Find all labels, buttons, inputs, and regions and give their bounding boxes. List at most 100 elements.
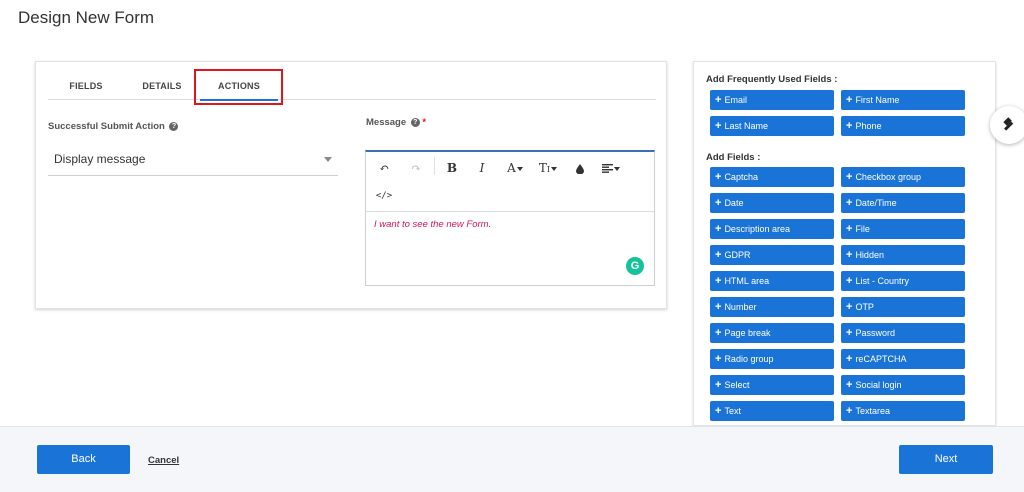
add-field-button[interactable]: + Number <box>710 297 834 317</box>
add-field-label: Last Name <box>724 121 768 131</box>
page-title: Design New Form <box>18 8 155 27</box>
plus-icon: + <box>715 249 722 261</box>
grammarly-icon[interactable]: G <box>626 257 644 275</box>
undo-icon[interactable]: ↶ <box>374 158 394 178</box>
add-field-label: HTML area <box>724 276 770 286</box>
add-field-button[interactable]: + Hidden <box>841 245 965 265</box>
plus-icon: + <box>715 223 722 235</box>
tab-fields[interactable]: FIELDS <box>48 70 124 100</box>
add-field-button[interactable]: + First Name <box>841 90 965 110</box>
add-field-label: Hidden <box>855 250 884 260</box>
add-field-button[interactable]: + File <box>841 219 965 239</box>
align-button[interactable] <box>598 158 624 178</box>
text-size-button[interactable]: TI <box>534 158 562 178</box>
plus-icon: + <box>715 94 722 106</box>
add-field-button[interactable]: + Email <box>710 90 834 110</box>
redo-icon[interactable]: ↷ <box>406 158 426 178</box>
add-field-label: File <box>855 224 870 234</box>
tab-actions[interactable]: ACTIONS <box>200 70 278 101</box>
add-field-button[interactable]: + List - Country <box>841 271 965 291</box>
plus-icon: + <box>846 120 853 132</box>
caret-down-icon <box>614 166 620 171</box>
message-editor: ↶ ↷ B I A TI </> I want to see the new F… <box>365 150 655 286</box>
editor-toolbar: ↶ ↷ B I A TI </> <box>366 152 654 212</box>
plus-icon: + <box>715 171 722 183</box>
add-field-label: Textarea <box>855 406 890 416</box>
add-field-button[interactable]: + Captcha <box>710 167 834 187</box>
text-size-icon: T <box>538 161 547 175</box>
plus-icon: + <box>846 275 853 287</box>
add-field-label: Select <box>724 380 750 390</box>
add-field-label: List - Country <box>855 276 909 286</box>
submit-action-label-text: Successful Submit Action <box>48 121 165 132</box>
add-field-label: Phone <box>855 121 882 131</box>
add-field-button[interactable]: + Text <box>710 401 834 421</box>
plus-icon: + <box>715 275 722 287</box>
help-icon[interactable]: ? <box>169 121 179 131</box>
add-field-button[interactable]: + reCAPTCHA <box>841 349 965 369</box>
align-left-icon <box>602 164 613 173</box>
plus-icon: + <box>846 379 853 391</box>
fields-panel: Add Frequently Used Fields : + Email + Firs… <box>693 61 996 426</box>
add-field-button[interactable]: + Date <box>710 193 834 213</box>
plus-icon: + <box>715 353 722 365</box>
add-field-label: Checkbox group <box>855 172 921 182</box>
plus-icon: + <box>846 223 853 235</box>
plus-icon: + <box>846 197 853 209</box>
add-field-button[interactable]: + Description area <box>710 219 834 239</box>
tab-bar: FIELDS DETAILS ACTIONS <box>48 70 656 101</box>
plus-icon: + <box>846 171 853 183</box>
add-field-label: GDPR <box>724 250 751 260</box>
ink-drop-icon[interactable] <box>570 158 590 178</box>
plus-icon: + <box>715 379 722 391</box>
code-view-icon[interactable]: </> <box>374 186 394 206</box>
submit-action-label: Successful Submit Action ? <box>48 121 179 132</box>
add-field-label: Radio group <box>724 354 774 364</box>
next-button[interactable]: Next <box>899 445 993 474</box>
message-content[interactable]: I want to see the new Form. <box>374 219 491 230</box>
submit-action-select[interactable]: Display message <box>48 144 338 176</box>
add-field-label: Captcha <box>724 172 758 182</box>
hammer-icon <box>1003 117 1014 131</box>
required-mark: * <box>422 117 427 128</box>
frequent-fields-heading: Add Frequently Used Fields : <box>706 74 838 85</box>
add-field-button[interactable]: + Page break <box>710 323 834 343</box>
add-field-label: Number <box>724 302 757 312</box>
plus-icon: + <box>846 405 853 417</box>
add-field-label: Email <box>724 95 747 105</box>
submit-action-value: Display message <box>54 152 146 166</box>
side-tool-button[interactable] <box>990 106 1024 144</box>
cancel-link[interactable]: Cancel <box>148 455 179 466</box>
add-field-button[interactable]: + Last Name <box>710 116 834 136</box>
plus-icon: + <box>715 327 722 339</box>
tab-details[interactable]: DETAILS <box>124 70 200 100</box>
add-field-button[interactable]: + OTP <box>841 297 965 317</box>
italic-button[interactable]: I <box>472 158 492 178</box>
footer-bar: Back Cancel Next <box>0 426 1024 492</box>
add-field-button[interactable]: + HTML area <box>710 271 834 291</box>
back-button[interactable]: Back <box>37 445 130 474</box>
add-field-button[interactable]: + Checkbox group <box>841 167 965 187</box>
add-field-button[interactable]: + Date/Time <box>841 193 965 213</box>
add-field-button[interactable]: + Textarea <box>841 401 965 421</box>
toolbar-divider <box>434 157 435 175</box>
add-field-button[interactable]: + Select <box>710 375 834 395</box>
plus-icon: + <box>846 301 853 313</box>
chevron-down-icon <box>324 157 332 162</box>
bold-button[interactable]: B <box>442 158 462 178</box>
add-field-button[interactable]: + Social login <box>841 375 965 395</box>
add-field-button[interactable]: + Password <box>841 323 965 343</box>
add-field-button[interactable]: + GDPR <box>710 245 834 265</box>
caret-down-icon <box>551 166 558 171</box>
form-card: FIELDS DETAILS ACTIONS Successful Submit… <box>35 61 667 309</box>
add-field-button[interactable]: + Radio group <box>710 349 834 369</box>
font-color-button[interactable]: A <box>502 158 528 178</box>
plus-icon: + <box>715 301 722 313</box>
plus-icon: + <box>715 197 722 209</box>
add-field-label: Social login <box>855 380 902 390</box>
plus-icon: + <box>846 327 853 339</box>
add-field-button[interactable]: + Phone <box>841 116 965 136</box>
plus-icon: + <box>846 353 853 365</box>
help-icon[interactable]: ? <box>410 117 420 127</box>
add-field-label: Page break <box>724 328 771 338</box>
